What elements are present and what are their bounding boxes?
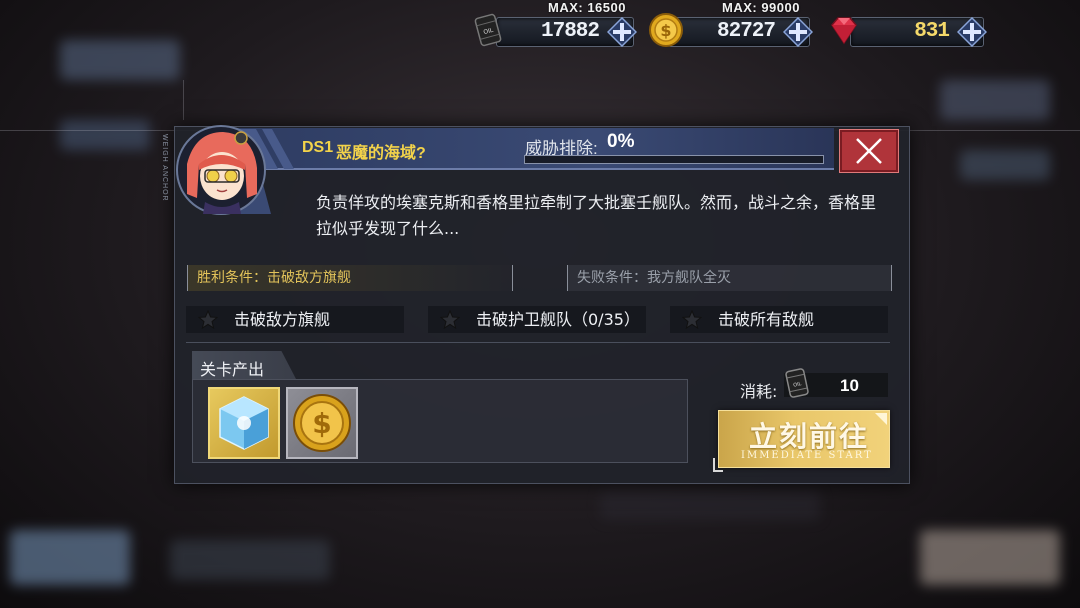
side-decoration-text: WEIGH ANCHOR (161, 134, 168, 202)
drop-item-coin[interactable]: $ (286, 387, 358, 459)
button-corner-decoration (713, 458, 723, 472)
start-button-sublabel: IMMEDIATE START (741, 450, 873, 461)
section-divider (186, 342, 890, 343)
threat-progress-bar (524, 155, 824, 164)
character-avatar (176, 125, 271, 215)
add-gems-plus-icon[interactable] (957, 17, 987, 47)
cost-value: 10 (840, 376, 859, 395)
star-icon (682, 310, 702, 330)
immediate-start-button[interactable]: 立刻前往 IMMEDIATE START (718, 410, 890, 468)
cost-label: 消耗: (740, 382, 778, 401)
start-button-label: 立刻前往 (749, 420, 870, 453)
star-icon (440, 310, 460, 330)
goal-item: 击破所有敌舰 (670, 306, 888, 333)
svg-text:$: $ (312, 407, 331, 440)
stage-code: DS1 (302, 139, 334, 156)
stage-description: 负责佯攻的埃塞克斯和香格里拉牵制了大批塞壬舰队。然而，战斗之余，香格里拉似乎发现… (316, 193, 877, 238)
close-button[interactable] (839, 129, 899, 173)
ruby-gem-icon (831, 17, 857, 45)
gold-coin-icon: $ (293, 394, 351, 452)
goal-item: 击破护卫舰队（0/35） (428, 306, 646, 333)
threat-value: 0% (607, 131, 635, 152)
oil-barrel-icon: OIL (785, 368, 809, 398)
add-oil-plus-icon[interactable] (607, 17, 637, 47)
defeat-condition: 失败条件：我方舰队全灭 (567, 265, 892, 291)
oil-max-label: MAX: 16500 (548, 0, 626, 15)
svg-text:$: $ (660, 21, 671, 40)
gold-max-label: MAX: 99000 (722, 0, 800, 15)
gem-field: 831 (850, 17, 987, 47)
victory-condition: 胜利条件：击破敌方旗舰 (187, 265, 513, 291)
goal-text: 击破所有敌舰 (718, 310, 815, 329)
corner-triangle-icon (875, 413, 887, 425)
oil-barrel-icon: OIL (474, 13, 502, 47)
blue-cube-icon (219, 396, 269, 450)
goal-item: 击破敌方旗舰 (186, 306, 404, 333)
star-icon (198, 310, 218, 330)
gem-value: 831 (914, 20, 950, 43)
goal-text: 击破护卫舰队（0/35） (476, 310, 640, 329)
oil-field: 17882 (496, 17, 637, 47)
drops-label: 关卡产出 (200, 360, 265, 379)
gold-coin-icon: $ (649, 13, 683, 47)
gold-field: 82727 (668, 17, 813, 47)
gold-value: 82727 (716, 20, 776, 43)
oil-value: 17882 (540, 20, 600, 43)
add-gold-plus-icon[interactable] (783, 17, 813, 47)
close-icon (856, 138, 882, 164)
drop-item-cube[interactable] (208, 387, 280, 459)
stage-name: 恶魔的海域? (336, 145, 426, 162)
goal-text: 击破敌方旗舰 (234, 310, 331, 329)
